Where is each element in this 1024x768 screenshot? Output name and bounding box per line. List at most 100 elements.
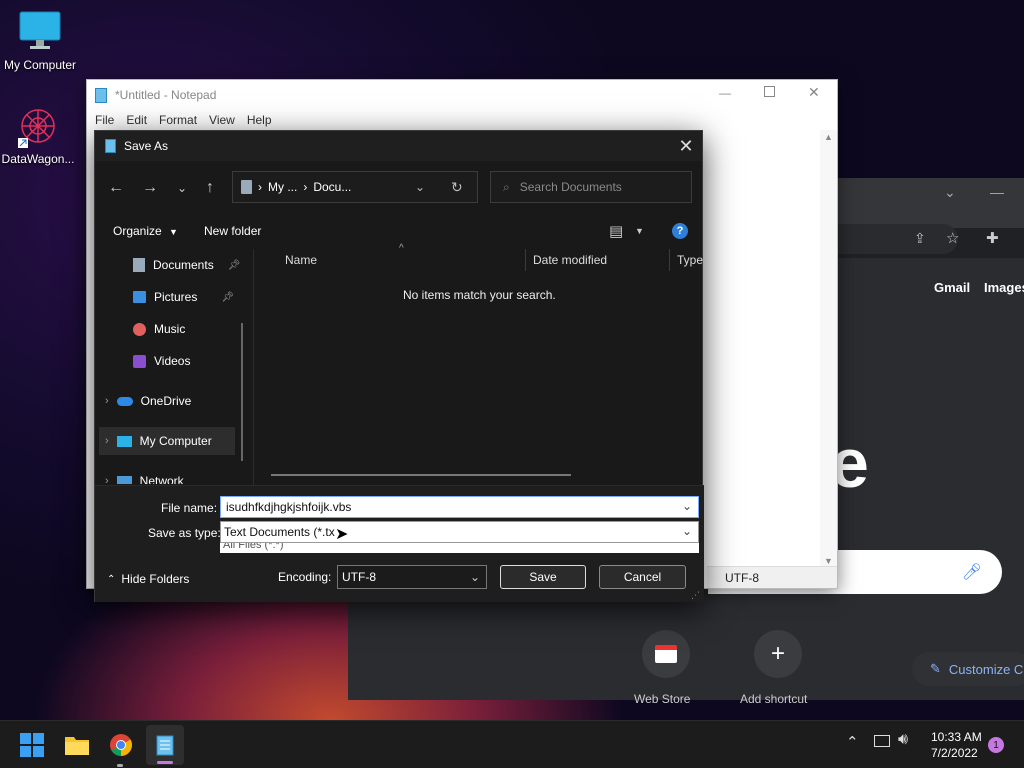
menu-view[interactable]: View — [203, 113, 241, 127]
documents-folder-icon — [241, 180, 252, 194]
chevron-right-icon[interactable]: › — [105, 395, 109, 407]
chevron-right-icon[interactable]: › — [105, 435, 109, 447]
chevron-down-icon[interactable]: ⌄ — [682, 524, 692, 538]
microphone-icon[interactable]: 🎤︎ — [962, 562, 982, 582]
chevron-down-icon[interactable]: ⌄ — [682, 499, 692, 513]
notepad-menubar: File Edit Format View Help — [87, 110, 837, 130]
search-box[interactable]: ⌕ Search Documents — [490, 171, 692, 203]
close-icon: ✕ — [678, 135, 694, 156]
chevron-right-icon[interactable]: › — [105, 475, 109, 484]
column-date-modified[interactable]: Date modified — [533, 253, 607, 267]
minimize-icon[interactable]: — — [990, 184, 1004, 200]
sidebar-item-my-computer[interactable]: › My Computer — [99, 427, 235, 455]
customize-chrome-button[interactable]: ✎ Customize C — [912, 652, 1024, 686]
scroll-up-icon[interactable]: ▲ — [824, 132, 833, 142]
chrome-button[interactable] — [105, 729, 137, 767]
arrow-up-icon: ↑ — [206, 179, 214, 196]
search-placeholder: Search Documents — [519, 180, 622, 194]
sidebar-item-pictures[interactable]: Pictures 📌︎ — [133, 283, 234, 311]
sidebar-item-label: Pictures — [154, 290, 198, 304]
shortcut-label: Add shortcut — [740, 692, 808, 706]
clock-time[interactable]: 10:33 AM — [931, 730, 982, 744]
sidebar-item-onedrive[interactable]: › OneDrive — [105, 387, 191, 415]
help-icon[interactable]: ? — [672, 223, 688, 239]
hide-folders-label: Hide Folders — [121, 572, 190, 586]
menu-edit[interactable]: Edit — [120, 113, 153, 127]
menu-format[interactable]: Format — [153, 113, 203, 127]
column-divider — [669, 249, 670, 271]
sidebar-item-documents[interactable]: Documents 📌︎ — [133, 251, 240, 279]
start-button[interactable] — [16, 729, 48, 761]
folder-icon — [65, 737, 89, 755]
chevron-down-icon[interactable]: ⌄ — [944, 184, 956, 201]
refresh-icon[interactable]: ↻ — [451, 179, 463, 196]
hide-folders-button[interactable]: ⌃ Hide Folders — [107, 572, 189, 586]
breadcrumb-my-computer[interactable]: My ... — [268, 180, 297, 194]
pane-divider — [253, 249, 254, 485]
search-icon: ⌕ — [503, 179, 510, 194]
desktop-icon-datawagon[interactable]: DataWagon... — [0, 104, 78, 166]
save-label: Save — [529, 570, 557, 584]
close-button[interactable]: ✕ — [670, 131, 702, 161]
cancel-button[interactable]: Cancel — [599, 565, 686, 589]
file-name-input[interactable]: isudhfkdjhgkjshfoijk.vbs ⌄ — [220, 496, 699, 518]
save-type-select[interactable]: Text Documents (*.tx ⌄ — [220, 521, 699, 543]
resize-grip-icon[interactable]: ⋰ — [691, 590, 700, 601]
menu-help[interactable]: Help — [241, 113, 278, 127]
sidebar-item-label: OneDrive — [140, 394, 192, 408]
back-button[interactable]: ← — [101, 173, 131, 203]
new-folder-button[interactable]: New folder — [204, 224, 261, 238]
caret-down-icon[interactable]: ▼ — [635, 226, 644, 236]
maximize-icon[interactable] — [764, 86, 775, 97]
close-icon[interactable]: ✕ — [808, 84, 820, 101]
volume-icon[interactable]: 🔊︎ — [898, 731, 908, 749]
images-link[interactable]: Images — [984, 280, 1024, 295]
minimize-icon[interactable]: — — [719, 86, 731, 100]
recent-locations-button[interactable]: ⌄ — [167, 173, 197, 203]
notepad-icon — [156, 735, 174, 756]
breadcrumb-documents[interactable]: Docu... — [313, 180, 351, 194]
encoding-select[interactable]: UTF-8 ⌄ — [337, 565, 487, 589]
sidebar-item-network[interactable]: › Network — [105, 467, 184, 484]
address-bar[interactable]: › My ... › Docu... ⌄ ↻ — [232, 171, 478, 203]
view-options-icon[interactable]: ▤ — [609, 222, 623, 240]
running-indicator — [117, 764, 123, 767]
organize-label: Organize — [113, 224, 162, 238]
mouse-cursor-icon: ➤ — [335, 526, 349, 543]
navigation-bar: ← → ⌄ ↑ › My ... › Docu... ⌄ ↻ ⌕ Search … — [95, 171, 702, 205]
chevron-up-icon[interactable]: ⌃ — [846, 733, 859, 751]
save-button[interactable]: Save — [500, 565, 586, 589]
sidebar-scrollbar[interactable] — [241, 323, 243, 461]
horizontal-scrollbar[interactable] — [271, 474, 571, 476]
star-icon[interactable]: ☆ — [946, 229, 959, 247]
vertical-scrollbar[interactable]: ▲ ▼ — [820, 130, 837, 568]
chevron-down-icon[interactable]: ⌄ — [415, 180, 425, 194]
save-type-option-peek[interactable]: All Files (*.*) — [220, 543, 699, 553]
music-icon — [133, 322, 146, 336]
notification-badge[interactable]: 1 — [988, 737, 1004, 753]
monitor-icon — [18, 10, 62, 54]
desktop-icon-label: My Computer — [3, 58, 77, 72]
column-type[interactable]: Type — [677, 253, 703, 267]
organize-button[interactable]: Organize ▼ — [113, 224, 178, 238]
gmail-link[interactable]: Gmail — [934, 280, 970, 295]
pictures-icon — [133, 291, 146, 303]
desktop-icon-my-computer[interactable]: My Computer — [0, 10, 80, 72]
sidebar-item-music[interactable]: Music — [133, 315, 185, 343]
notepad-titlebar: *Untitled - Notepad — ✕ — [87, 80, 837, 110]
forward-button[interactable]: → — [135, 173, 165, 203]
file-explorer-button[interactable] — [61, 729, 93, 761]
shortcut-add[interactable]: + — [754, 630, 802, 678]
save-type-label: Save as type: — [148, 526, 221, 540]
shortcut-web-store[interactable] — [642, 630, 690, 678]
network-icon[interactable] — [874, 735, 890, 747]
share-icon[interactable]: ⇪ — [914, 230, 926, 247]
sidebar-item-videos[interactable]: Videos — [133, 347, 190, 375]
scroll-down-icon[interactable]: ▼ — [824, 556, 833, 566]
column-name[interactable]: Name — [285, 253, 317, 267]
menu-file[interactable]: File — [89, 113, 120, 127]
clock-date[interactable]: 7/2/2022 — [931, 746, 978, 760]
up-button[interactable]: ↑ — [195, 173, 225, 203]
notepad-taskbar-button[interactable] — [146, 725, 184, 765]
extensions-icon[interactable]: ✚ — [986, 229, 999, 247]
